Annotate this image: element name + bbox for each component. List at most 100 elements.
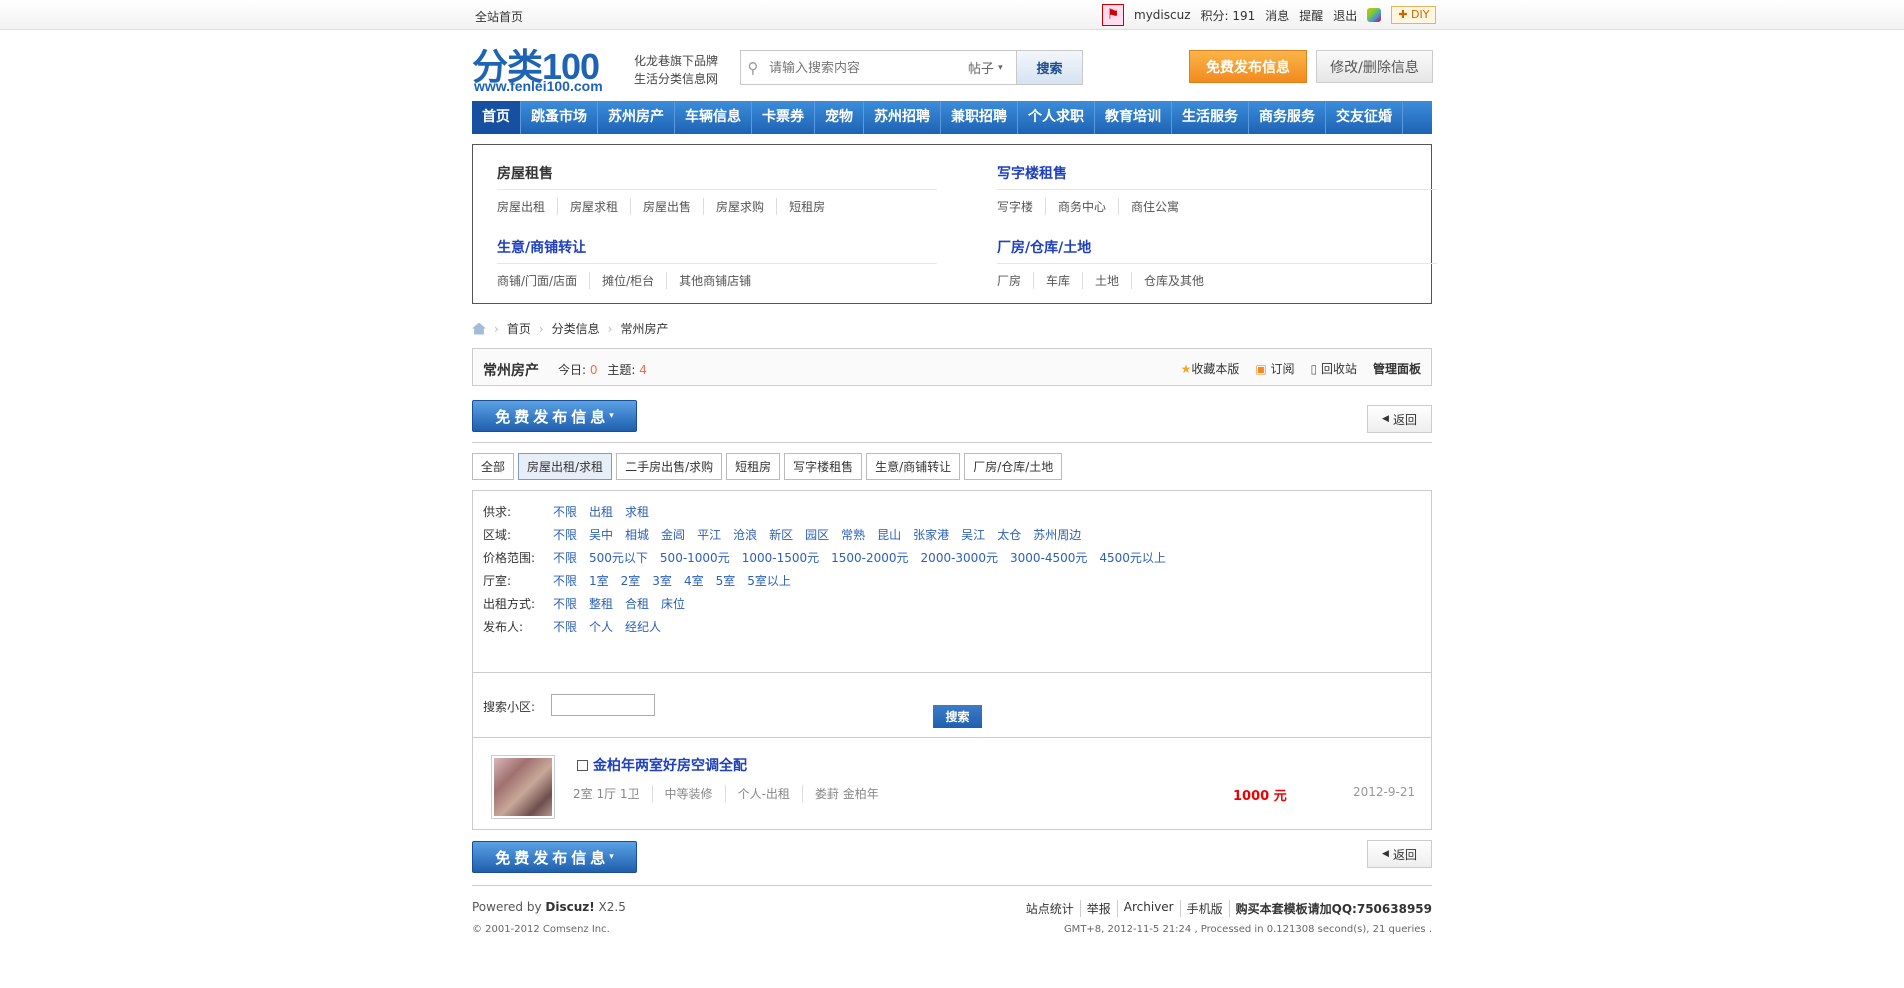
filter-option[interactable]: 5室 <box>716 572 736 589</box>
filter-option[interactable]: 合租 <box>625 595 649 612</box>
filter-option[interactable]: 3室 <box>652 572 672 589</box>
menu-link[interactable]: 写字楼 <box>997 198 1045 215</box>
filter-option[interactable]: 床位 <box>661 595 685 612</box>
nav-item[interactable]: 交友征婚 <box>1326 101 1403 134</box>
filter-option[interactable]: 不限 <box>553 549 577 566</box>
filter-option[interactable]: 新区 <box>769 526 793 543</box>
menu-group-title[interactable]: 写字楼租售 <box>997 163 1437 190</box>
community-search-button[interactable]: 搜索 <box>933 705 982 728</box>
menu-link[interactable]: 土地 <box>1082 272 1131 289</box>
filter-option[interactable]: 相城 <box>625 526 649 543</box>
menu-link[interactable]: 房屋出售 <box>630 198 703 215</box>
home-icon[interactable] <box>472 322 486 335</box>
menu-link[interactable]: 商住公寓 <box>1118 198 1191 215</box>
filter-option[interactable]: 太仓 <box>997 526 1021 543</box>
filter-option[interactable]: 出租 <box>589 503 613 520</box>
tab-shop[interactable]: 生意/商铺转让 <box>866 453 961 480</box>
recycle-bin-button[interactable]: ▯ 回收站 <box>1311 360 1357 377</box>
menu-link[interactable]: 房屋求购 <box>703 198 776 215</box>
filter-option[interactable]: 5室以上 <box>747 572 791 589</box>
tab-short-rent[interactable]: 短租房 <box>726 453 781 480</box>
filter-option[interactable]: 500-1000元 <box>660 549 730 566</box>
subscribe-button[interactable]: ▣ 订阅 <box>1255 360 1294 377</box>
logout-link[interactable]: 退出 <box>1333 7 1357 24</box>
app-grid-icon[interactable] <box>1367 8 1382 22</box>
filter-option[interactable]: 张家港 <box>913 526 949 543</box>
messages-link[interactable]: 消息 <box>1265 7 1289 24</box>
filter-option[interactable]: 不限 <box>553 572 577 589</box>
nav-item[interactable]: 教育培训 <box>1095 101 1172 134</box>
filter-option[interactable]: 求租 <box>625 503 649 520</box>
post-new-button-bottom[interactable]: 免费发布信息 ▾ <box>472 841 637 873</box>
filter-option[interactable]: 1500-2000元 <box>831 549 908 566</box>
nav-item[interactable]: 苏州房产 <box>598 101 675 134</box>
filter-option[interactable]: 金阊 <box>661 526 685 543</box>
filter-option[interactable]: 平江 <box>697 526 721 543</box>
filter-option[interactable]: 个人 <box>589 618 613 635</box>
filter-option[interactable]: 苏州周边 <box>1033 526 1081 543</box>
username-link[interactable]: mydiscuz <box>1134 8 1191 22</box>
search-scope-select[interactable]: 帖子 ▾ <box>968 51 1016 84</box>
filter-option[interactable]: 1室 <box>589 572 609 589</box>
menu-link[interactable]: 摊位/柜台 <box>589 272 666 289</box>
filter-option[interactable]: 4500元以上 <box>1099 549 1166 566</box>
admin-panel-link[interactable]: 管理面板 <box>1373 360 1421 377</box>
menu-link[interactable]: 厂房 <box>997 272 1033 289</box>
menu-link[interactable]: 短租房 <box>776 198 837 215</box>
user-avatar-icon[interactable]: ⚑ <box>1102 4 1124 26</box>
search-input[interactable] <box>765 51 968 84</box>
nav-item[interactable]: 卡票券 <box>752 101 815 134</box>
nav-item[interactable]: 跳蚤市场 <box>521 101 598 134</box>
tab-second-hand[interactable]: 二手房出售/求购 <box>616 453 723 480</box>
nav-item[interactable]: 首页 <box>472 101 521 134</box>
filter-option[interactable]: 吴中 <box>589 526 613 543</box>
filter-option[interactable]: 500元以下 <box>589 549 648 566</box>
points-text[interactable]: 积分: 191 <box>1201 7 1256 24</box>
footer-link-mobile[interactable]: 手机版 <box>1179 900 1229 917</box>
back-button[interactable]: ◀ 返回 <box>1367 405 1432 433</box>
menu-link[interactable]: 车库 <box>1033 272 1082 289</box>
tab-all[interactable]: 全部 <box>472 453 515 480</box>
filter-option[interactable]: 2000-3000元 <box>921 549 998 566</box>
tab-factory[interactable]: 厂房/仓库/土地 <box>964 453 1063 480</box>
listing-thumbnail[interactable] <box>491 755 555 819</box>
menu-link[interactable]: 其他商铺店铺 <box>666 272 763 289</box>
listing-title[interactable]: 金柏年两室好房空调全配 <box>593 755 747 775</box>
menu-link[interactable]: 仓库及其他 <box>1131 272 1216 289</box>
search-button[interactable]: 搜索 <box>1016 51 1082 84</box>
filter-option[interactable]: 吴江 <box>961 526 985 543</box>
filter-option[interactable]: 昆山 <box>877 526 901 543</box>
menu-group-title[interactable]: 生意/商铺转让 <box>497 237 937 264</box>
filter-option[interactable]: 不限 <box>553 595 577 612</box>
tab-office[interactable]: 写字楼租售 <box>784 453 863 480</box>
community-search-input[interactable] <box>551 694 655 716</box>
post-new-button[interactable]: 免费发布信息 ▾ <box>472 400 637 432</box>
reminders-link[interactable]: 提醒 <box>1299 7 1323 24</box>
filter-option[interactable]: 园区 <box>805 526 829 543</box>
menu-link[interactable]: 商铺/门面/店面 <box>497 272 589 289</box>
nav-item[interactable]: 商务服务 <box>1249 101 1326 134</box>
filter-option[interactable]: 2室 <box>621 572 641 589</box>
modify-delete-button[interactable]: 修改/删除信息 <box>1316 50 1433 83</box>
site-home-link[interactable]: 全站首页 <box>475 8 523 25</box>
back-button-bottom[interactable]: ◀ 返回 <box>1367 840 1432 868</box>
menu-group-title[interactable]: 房屋租售 <box>497 163 937 190</box>
listing-checkbox[interactable] <box>577 759 588 771</box>
nav-item[interactable]: 个人求职 <box>1018 101 1095 134</box>
filter-option[interactable]: 不限 <box>553 503 577 520</box>
menu-link[interactable]: 房屋出租 <box>497 198 557 215</box>
filter-option[interactable]: 不限 <box>553 618 577 635</box>
filter-option[interactable]: 经纪人 <box>625 618 661 635</box>
footer-link-stats[interactable]: 站点统计 <box>1020 900 1080 917</box>
tab-house-rent[interactable]: 房屋出租/求租 <box>518 453 613 480</box>
favorite-forum-button[interactable]: ★收藏本版 <box>1181 360 1240 377</box>
nav-item[interactable]: 生活服务 <box>1172 101 1249 134</box>
powered-brand[interactable]: Discuz! <box>545 900 594 914</box>
menu-link[interactable]: 房屋求租 <box>557 198 630 215</box>
nav-item[interactable]: 兼职招聘 <box>941 101 1018 134</box>
filter-option[interactable]: 不限 <box>553 526 577 543</box>
filter-option[interactable]: 4室 <box>684 572 704 589</box>
footer-link-archiver[interactable]: Archiver <box>1116 900 1180 917</box>
filter-option[interactable]: 沧浪 <box>733 526 757 543</box>
filter-option[interactable]: 1000-1500元 <box>742 549 819 566</box>
